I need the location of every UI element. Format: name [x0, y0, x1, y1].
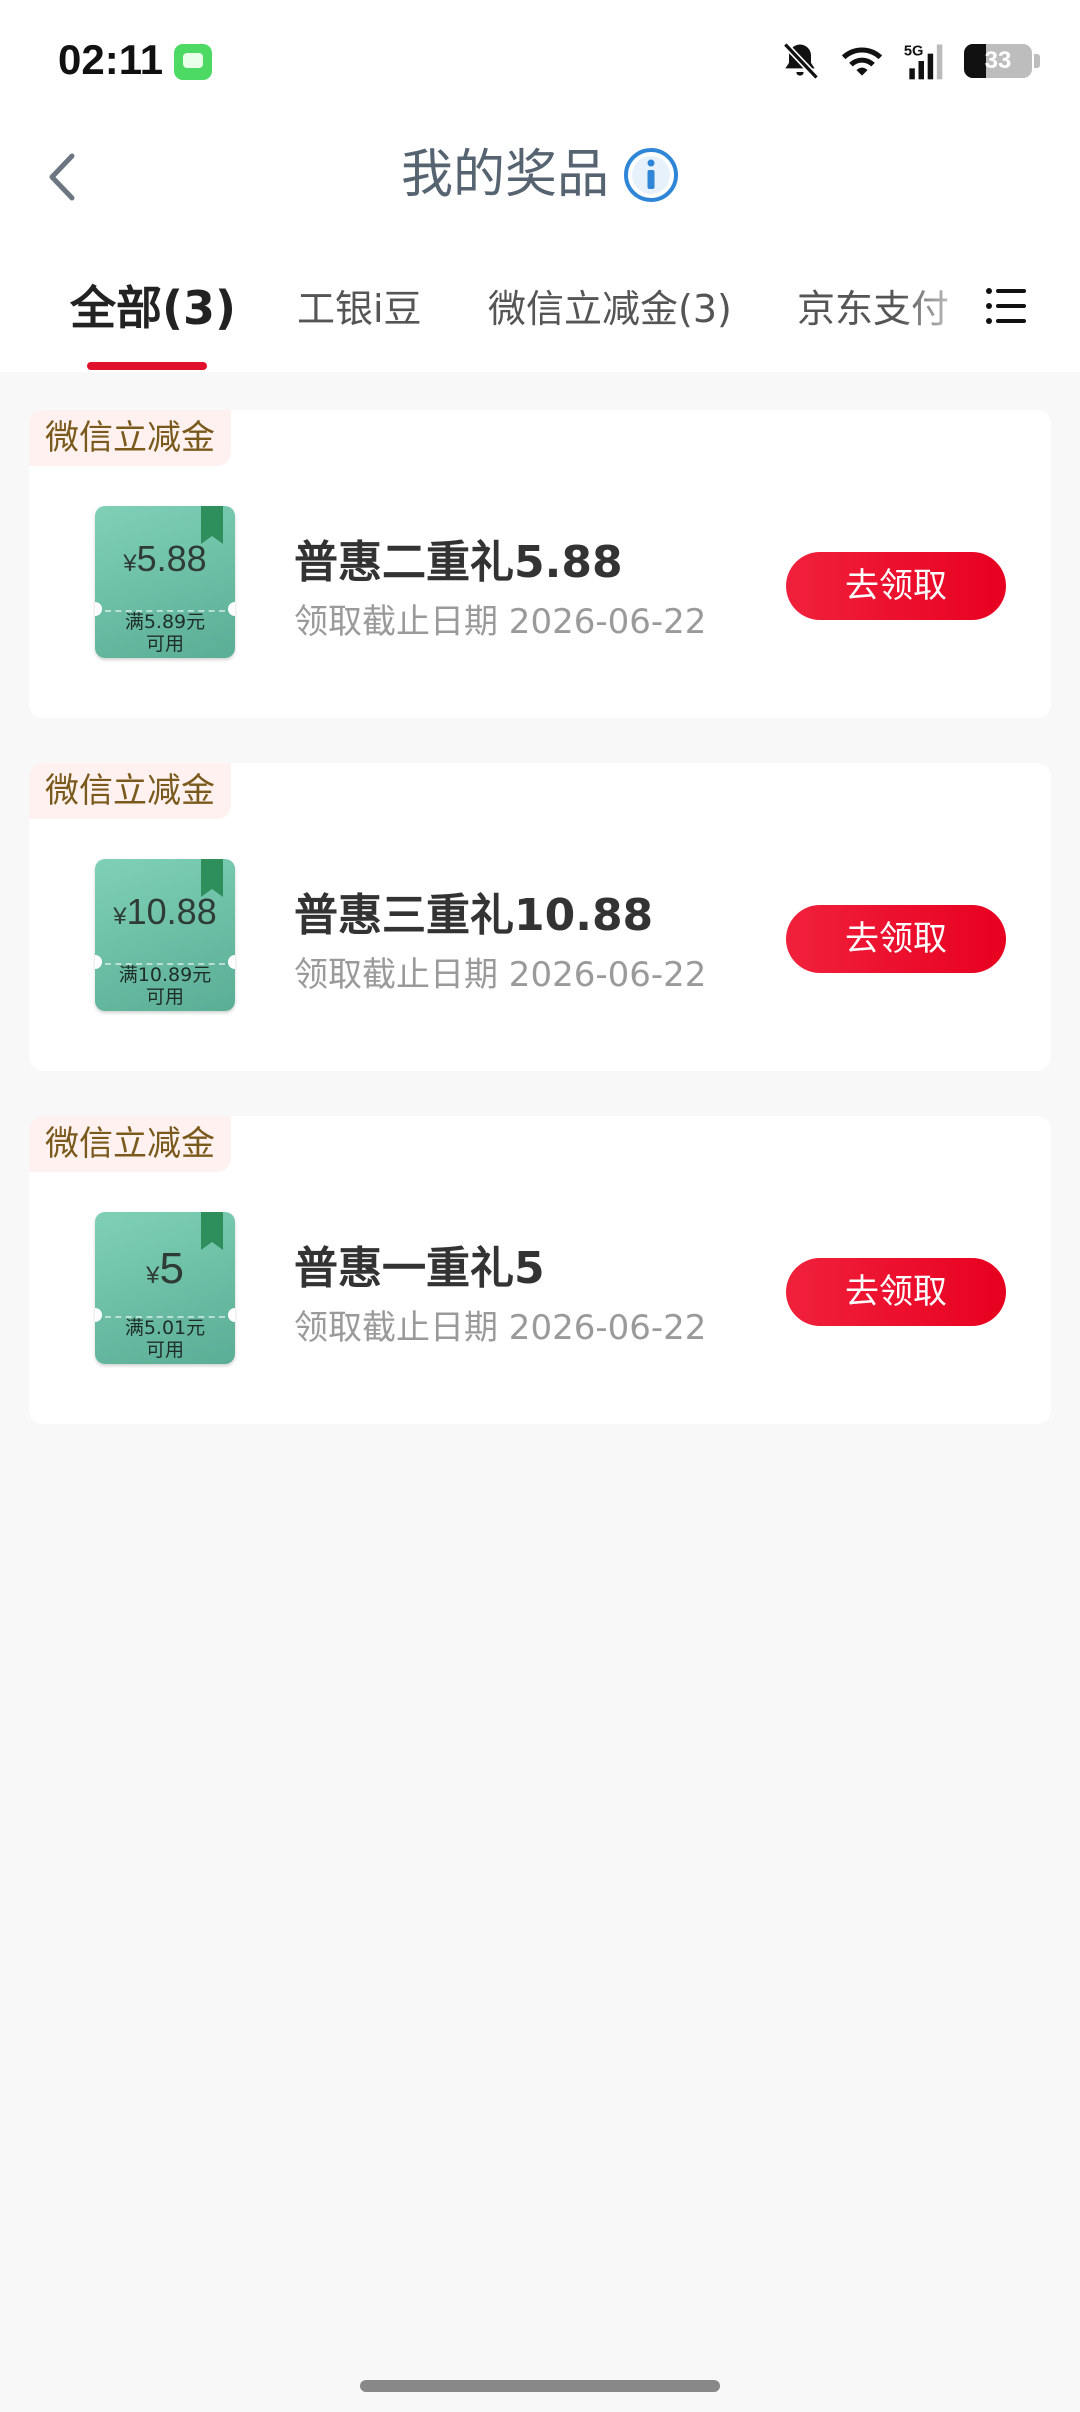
page-header: 我的奖品 — [0, 120, 1080, 230]
prize-tabs: 全部(3) 工银i豆 微信立减金(3) 京东支付 — [0, 230, 1080, 372]
coupon-condition-threshold: 满10.89元 — [118, 964, 212, 986]
network-label: 5G — [904, 44, 924, 60]
page-title: 我的奖品 — [400, 145, 609, 205]
currency-symbol: ¥ — [123, 550, 137, 577]
coupon-condition: 满5.89元 可用 — [95, 611, 235, 655]
coupon-condition-usable: 可用 — [145, 986, 184, 1008]
coupon-amount: ¥10.88 — [95, 891, 235, 933]
prize-deadline: 领取截止日期 2026-06-22 — [294, 602, 707, 642]
prize-type-tag: 微信立减金 — [29, 1116, 231, 1172]
prize-name: 普惠三重礼10.88 — [294, 890, 654, 941]
status-icons: 5G 33 — [778, 38, 1040, 84]
coupon-notch-right — [228, 955, 235, 969]
tab-icbc-beans[interactable]: 工银i豆 — [297, 278, 422, 333]
currency-symbol: ¥ — [146, 1262, 160, 1289]
coupon-condition: 满10.89元 可用 — [95, 964, 235, 1008]
prize-card: 微信立减金 ¥5.88 满5.89元 可用 普惠二重礼5.88 领取截止日期 2… — [29, 410, 1051, 718]
claim-button[interactable]: 去领取 — [786, 552, 1006, 620]
coupon-value: 5 — [159, 1244, 184, 1293]
coupon-condition-usable: 可用 — [145, 1339, 184, 1361]
list-menu-icon[interactable] — [984, 284, 1028, 328]
coupon-amount: ¥5 — [95, 1244, 235, 1294]
prize-type-tag: 微信立减金 — [29, 763, 231, 819]
message-app-icon — [174, 44, 212, 80]
prize-deadline: 领取截止日期 2026-06-22 — [294, 1308, 707, 1348]
active-tab-indicator — [87, 362, 207, 370]
battery-level: 33 — [984, 47, 1012, 74]
bookmark-ribbon-icon — [201, 506, 223, 544]
battery-tip — [1034, 54, 1040, 68]
prize-card: 微信立减金 ¥10.88 满10.89元 可用 普惠三重礼10.88 领取截止日… — [29, 763, 1051, 1071]
status-bar: 02:11 5G 33 — [0, 0, 1080, 120]
claim-button[interactable]: 去领取 — [786, 1258, 1006, 1326]
coupon-condition-usable: 可用 — [145, 633, 184, 655]
coupon-notch-right — [228, 602, 235, 616]
currency-symbol: ¥ — [113, 903, 127, 930]
status-time: 02:11 — [58, 36, 164, 83]
prize-name: 普惠一重礼5 — [294, 1243, 545, 1294]
tab-fade-overlay — [900, 260, 980, 350]
prize-deadline: 领取截止日期 2026-06-22 — [294, 955, 707, 995]
info-icon[interactable] — [623, 147, 679, 203]
claim-button[interactable]: 去领取 — [786, 905, 1006, 973]
coupon-amount: ¥5.88 — [95, 538, 235, 580]
coupon-condition-threshold: 满5.01元 — [124, 1317, 206, 1339]
prize-name: 普惠二重礼5.88 — [294, 537, 623, 588]
coupon-ticket: ¥5 满5.01元 可用 — [95, 1212, 235, 1364]
coupon-condition-threshold: 满5.89元 — [124, 611, 206, 633]
page-title-wrap: 我的奖品 — [0, 140, 1080, 210]
prize-type-tag: 微信立减金 — [29, 410, 231, 466]
wifi-icon — [841, 47, 883, 76]
home-indicator[interactable] — [360, 2380, 720, 2392]
prize-card: 微信立减金 ¥5 满5.01元 可用 普惠一重礼5 领取截止日期 2026-06… — [29, 1116, 1051, 1424]
bell-muted-icon — [783, 42, 819, 80]
coupon-condition: 满5.01元 可用 — [95, 1317, 235, 1361]
battery-icon: 33 — [964, 44, 1032, 78]
signal-icon: 5G — [904, 44, 943, 80]
tab-all[interactable]: 全部(3) — [70, 272, 236, 338]
coupon-value: 10.88 — [126, 891, 217, 932]
bookmark-ribbon-icon — [201, 859, 223, 897]
coupon-ticket: ¥10.88 满10.89元 可用 — [95, 859, 235, 1011]
coupon-value: 5.88 — [136, 538, 207, 579]
bookmark-ribbon-icon — [201, 1212, 223, 1250]
coupon-ticket: ¥5.88 满5.89元 可用 — [95, 506, 235, 658]
tab-wechat-discount[interactable]: 微信立减金(3) — [488, 278, 732, 333]
coupon-notch-right — [228, 1308, 235, 1322]
